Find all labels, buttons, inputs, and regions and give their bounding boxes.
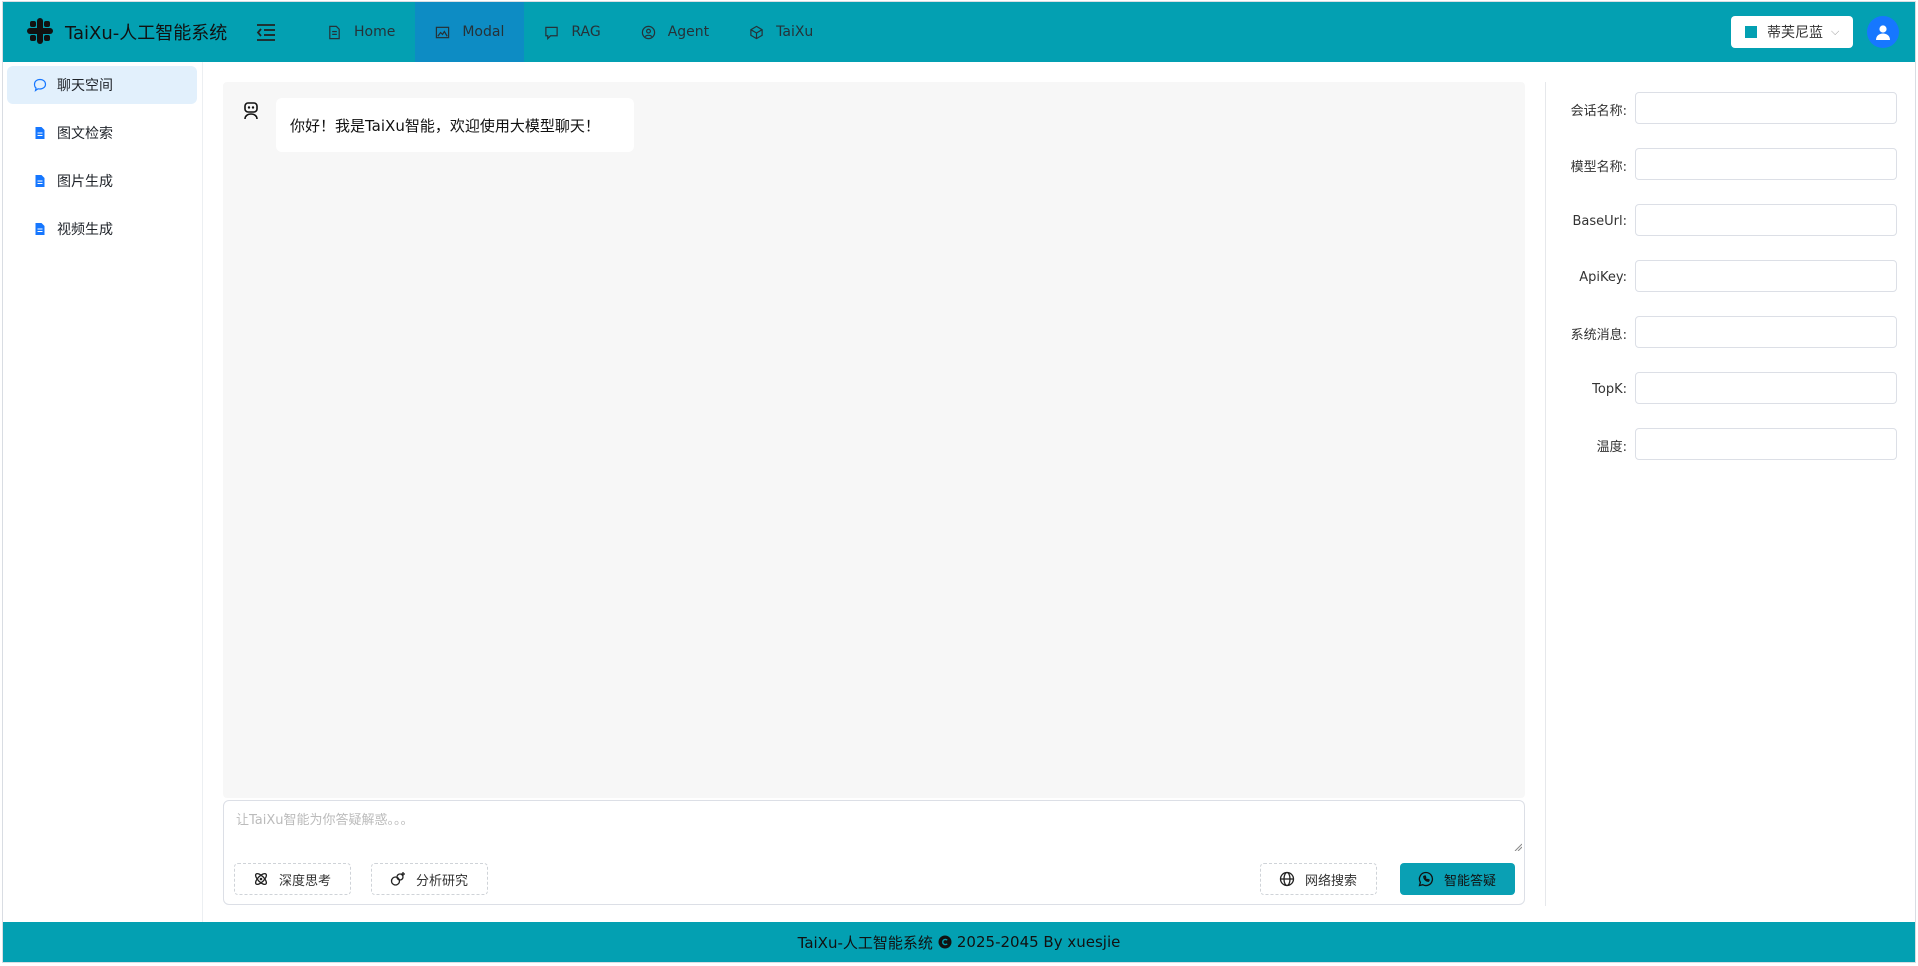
smart-answer-label: 智能答疑 [1444, 873, 1497, 889]
chat-icon [33, 78, 47, 92]
user-icon [1876, 25, 1890, 40]
sidebar-item-label: 图文检索 [57, 126, 113, 142]
footer-app-name: TaiXu-人工智能系统 [797, 933, 933, 952]
form-row-temperature: 温度: [1553, 428, 1903, 462]
form-row-base-url: BaseUrl: [1553, 204, 1903, 238]
chat-input-box: 深度思考 分析研究 网络搜索 智能答疑 [223, 800, 1525, 905]
whatsapp-chat-icon [1418, 871, 1434, 887]
form-row-session-name: 会话名称: [1553, 92, 1903, 126]
nav-modal[interactable]: Modal [415, 2, 525, 62]
atom-icon [254, 872, 268, 886]
nav-modal-label: Modal [462, 24, 505, 40]
sidebar-item-image-text-search[interactable]: 图文检索 [7, 114, 197, 152]
nav-taixu[interactable]: TaiXu [729, 2, 833, 62]
logo-icon [27, 18, 53, 44]
temperature-field[interactable] [1635, 428, 1897, 460]
nav-home-label: Home [354, 24, 396, 40]
hexagon-icon [750, 25, 763, 39]
topk-field[interactable] [1635, 372, 1897, 404]
nav-agent[interactable]: Agent [621, 2, 729, 62]
form-row-model-name: 模型名称: [1553, 148, 1903, 182]
panel-divider [1545, 82, 1546, 906]
app-window: TaiXu-人工智能系统 Home Modal RAG Agent TaiXu … [2, 1, 1916, 963]
document-icon [33, 174, 47, 188]
main-nav: Home Modal RAG Agent TaiXu [307, 2, 833, 62]
globe-icon [1279, 871, 1295, 887]
sidebar-item-label: 聊天空间 [57, 78, 113, 94]
system-message-label: 系统消息: [1570, 327, 1627, 343]
analysis-icon [390, 872, 405, 886]
deep-think-button[interactable]: 深度思考 [234, 863, 351, 895]
document-icon [33, 222, 47, 236]
web-search-button[interactable]: 网络搜索 [1260, 863, 1377, 895]
nav-rag-label: RAG [571, 24, 601, 40]
chevron-down-icon: ⌵ [1831, 25, 1840, 38]
chat-input[interactable] [234, 807, 1518, 851]
sidebar-item-image-generation[interactable]: 图片生成 [7, 162, 197, 200]
temperature-label: 温度: [1596, 439, 1627, 455]
web-search-label: 网络搜索 [1305, 873, 1358, 889]
sidebar: 聊天空间 图文检索 图片生成 视频生成 [3, 62, 203, 926]
base-url-label: BaseUrl: [1572, 213, 1627, 229]
resize-handle-icon[interactable] [1514, 843, 1522, 851]
app-title: TaiXu-人工智能系统 [65, 23, 228, 44]
sidebar-item-label: 图片生成 [57, 174, 113, 190]
theme-swatch [1745, 26, 1757, 38]
analysis-research-button[interactable]: 分析研究 [371, 863, 488, 895]
top-navbar: TaiXu-人工智能系统 Home Modal RAG Agent TaiXu … [3, 2, 1915, 62]
system-message-field[interactable] [1635, 316, 1897, 348]
session-name-label: 会话名称: [1570, 103, 1627, 119]
user-circle-icon [641, 25, 655, 39]
topk-label: TopK: [1592, 381, 1627, 397]
nav-taixu-label: TaiXu [776, 24, 814, 40]
assistant-message-bubble: 你好！我是TaiXu智能，欢迎使用大模型聊天！ [276, 98, 634, 152]
chat-message-panel[interactable]: 你好！我是TaiXu智能，欢迎使用大模型聊天！ [223, 82, 1525, 798]
smart-answer-button[interactable]: 智能答疑 [1400, 863, 1515, 895]
form-row-topk: TopK: [1553, 372, 1903, 406]
robot-icon [244, 102, 258, 120]
deep-think-label: 深度思考 [279, 873, 332, 889]
theme-select[interactable]: 蒂芙尼蓝 ⌵ [1731, 16, 1853, 48]
footer: TaiXu-人工智能系统 2025-2045 By xuesjie [3, 922, 1915, 962]
sidebar-item-video-generation[interactable]: 视频生成 [7, 210, 197, 248]
form-row-api-key: ApiKey: [1553, 260, 1903, 294]
chat-bubble-icon [545, 26, 559, 40]
sidebar-item-label: 视频生成 [57, 222, 113, 238]
session-name-field[interactable] [1635, 92, 1897, 124]
nav-home[interactable]: Home [307, 2, 415, 62]
model-name-field[interactable] [1635, 148, 1897, 180]
footer-copyright-text: 2025-2045 By xuesjie [956, 933, 1121, 951]
nav-agent-label: Agent [667, 24, 710, 40]
form-row-system-message: 系统消息: [1553, 316, 1903, 350]
theme-select-value: 蒂芙尼蓝 [1767, 25, 1823, 41]
user-avatar[interactable] [1867, 16, 1899, 48]
nav-rag[interactable]: RAG [524, 2, 620, 62]
document-icon [329, 25, 340, 39]
analysis-research-label: 分析研究 [416, 873, 469, 889]
image-icon [436, 26, 450, 38]
api-key-label: ApiKey: [1579, 269, 1627, 285]
model-name-label: 模型名称: [1570, 159, 1627, 175]
copyright-icon [938, 935, 952, 949]
base-url-field[interactable] [1635, 204, 1897, 236]
sidebar-item-chat-space[interactable]: 聊天空间 [7, 66, 197, 104]
api-key-field[interactable] [1635, 260, 1897, 292]
menu-collapse-icon[interactable] [255, 22, 277, 42]
document-icon [33, 126, 47, 140]
